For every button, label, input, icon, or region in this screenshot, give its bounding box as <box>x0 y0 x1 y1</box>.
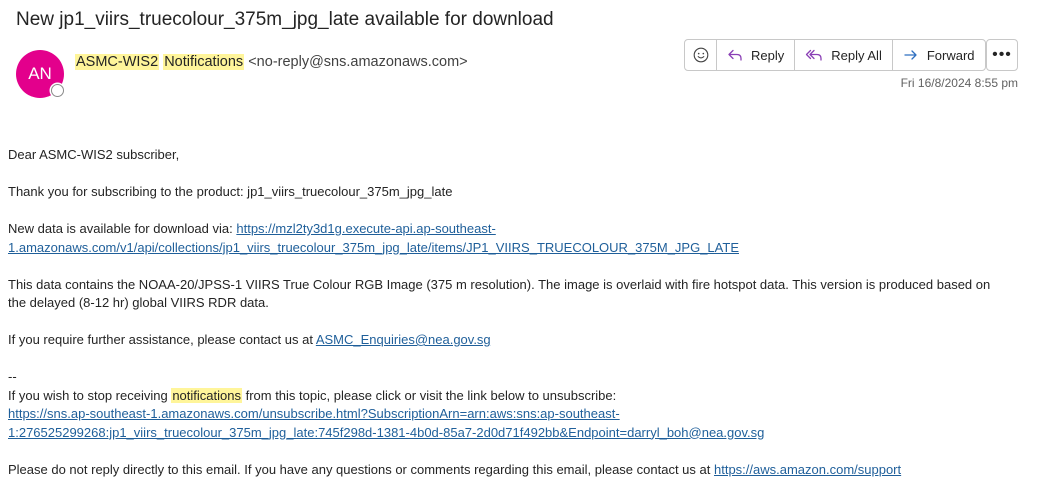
description-paragraph: This data contains the NOAA-20/JPSS-1 VI… <box>8 276 1028 313</box>
reply-button[interactable]: Reply <box>717 40 796 70</box>
sender-name-part2[interactable]: Notifications <box>163 54 245 70</box>
unsubscribe-link-line2[interactable]: 1:276525299268:jp1_viirs_truecolour_375m… <box>8 425 764 440</box>
sender-address[interactable]: <no-reply@sns.amazonaws.com> <box>248 54 467 70</box>
email-body: Dear ASMC-WIS2 subscriber, Thank you for… <box>8 146 1028 479</box>
unsubscribe-highlight: notifications <box>171 387 242 403</box>
aws-support-link[interactable]: https://aws.amazon.com/support <box>714 462 901 477</box>
unsubscribe-suffix: from this topic, please click or visit t… <box>241 387 617 403</box>
more-actions-button[interactable]: ••• <box>986 39 1018 71</box>
greeting-text: Dear ASMC-WIS2 subscriber, <box>8 147 180 162</box>
footer-paragraph: Please do not reply directly to this ema… <box>8 461 1028 480</box>
sender-name-part1[interactable]: ASMC-WIS2 <box>75 54 160 70</box>
new-data-prefix: New data is available for download via: <box>8 221 237 236</box>
new-data-link-line2[interactable]: 1.amazonaws.com/v1/api/collections/jp1_v… <box>8 240 739 255</box>
avatar-initials: AN <box>28 64 52 83</box>
unsubscribe-link-line1[interactable]: https://sns.ap-southeast-1.amazonaws.com… <box>8 406 620 421</box>
presence-status-icon <box>51 84 64 97</box>
thanks-text: Thank you for subscribing to the product… <box>8 184 453 199</box>
reply-all-label: Reply All <box>831 47 882 63</box>
sender-line[interactable]: ASMC-WIS2 Notifications <no-reply@sns.am… <box>75 54 468 70</box>
description-line1: This data contains the NOAA-20/JPSS-1 VI… <box>8 276 991 292</box>
more-icon: ••• <box>992 46 1012 63</box>
assistance-prefix: If you require further assistance, pleas… <box>8 332 316 347</box>
react-button[interactable] <box>685 40 717 70</box>
new-data-paragraph: New data is available for download via: … <box>8 220 1028 257</box>
unsubscribe-prefix: If you wish to stop receiving <box>8 387 172 403</box>
reply-all-icon <box>806 49 822 61</box>
reply-icon <box>728 49 742 61</box>
forward-button[interactable]: Forward <box>893 40 985 70</box>
new-data-link-line1[interactable]: https://mzl2ty3d1g.execute-api.ap-southe… <box>236 221 495 236</box>
assistance-email-link[interactable]: ASMC_Enquiries@nea.gov.sg <box>316 332 491 347</box>
smiley-icon <box>693 47 708 63</box>
reply-all-button[interactable]: Reply All <box>795 40 893 70</box>
assistance-paragraph: If you require further assistance, pleas… <box>8 331 1028 350</box>
email-subject: New jp1_viirs_truecolour_375m_jpg_late a… <box>16 9 554 30</box>
message-action-bar: Reply Reply All Forward <box>684 39 986 71</box>
unsubscribe-paragraph: -- If you wish to stop receiving notific… <box>8 368 1028 442</box>
forward-label: Forward <box>926 47 975 63</box>
email-date: Fri 16/8/2024 8:55 pm <box>900 76 1018 90</box>
reply-label: Reply <box>751 47 785 63</box>
forward-icon <box>904 50 917 60</box>
description-line2: the delayed (8-12 hr) global VIIRS RDR d… <box>8 295 269 310</box>
footer-prefix: Please do not reply directly to this ema… <box>8 461 714 477</box>
separator-text: -- <box>8 369 17 384</box>
email-reading-pane: New jp1_viirs_truecolour_375m_jpg_late a… <box>0 0 1048 504</box>
